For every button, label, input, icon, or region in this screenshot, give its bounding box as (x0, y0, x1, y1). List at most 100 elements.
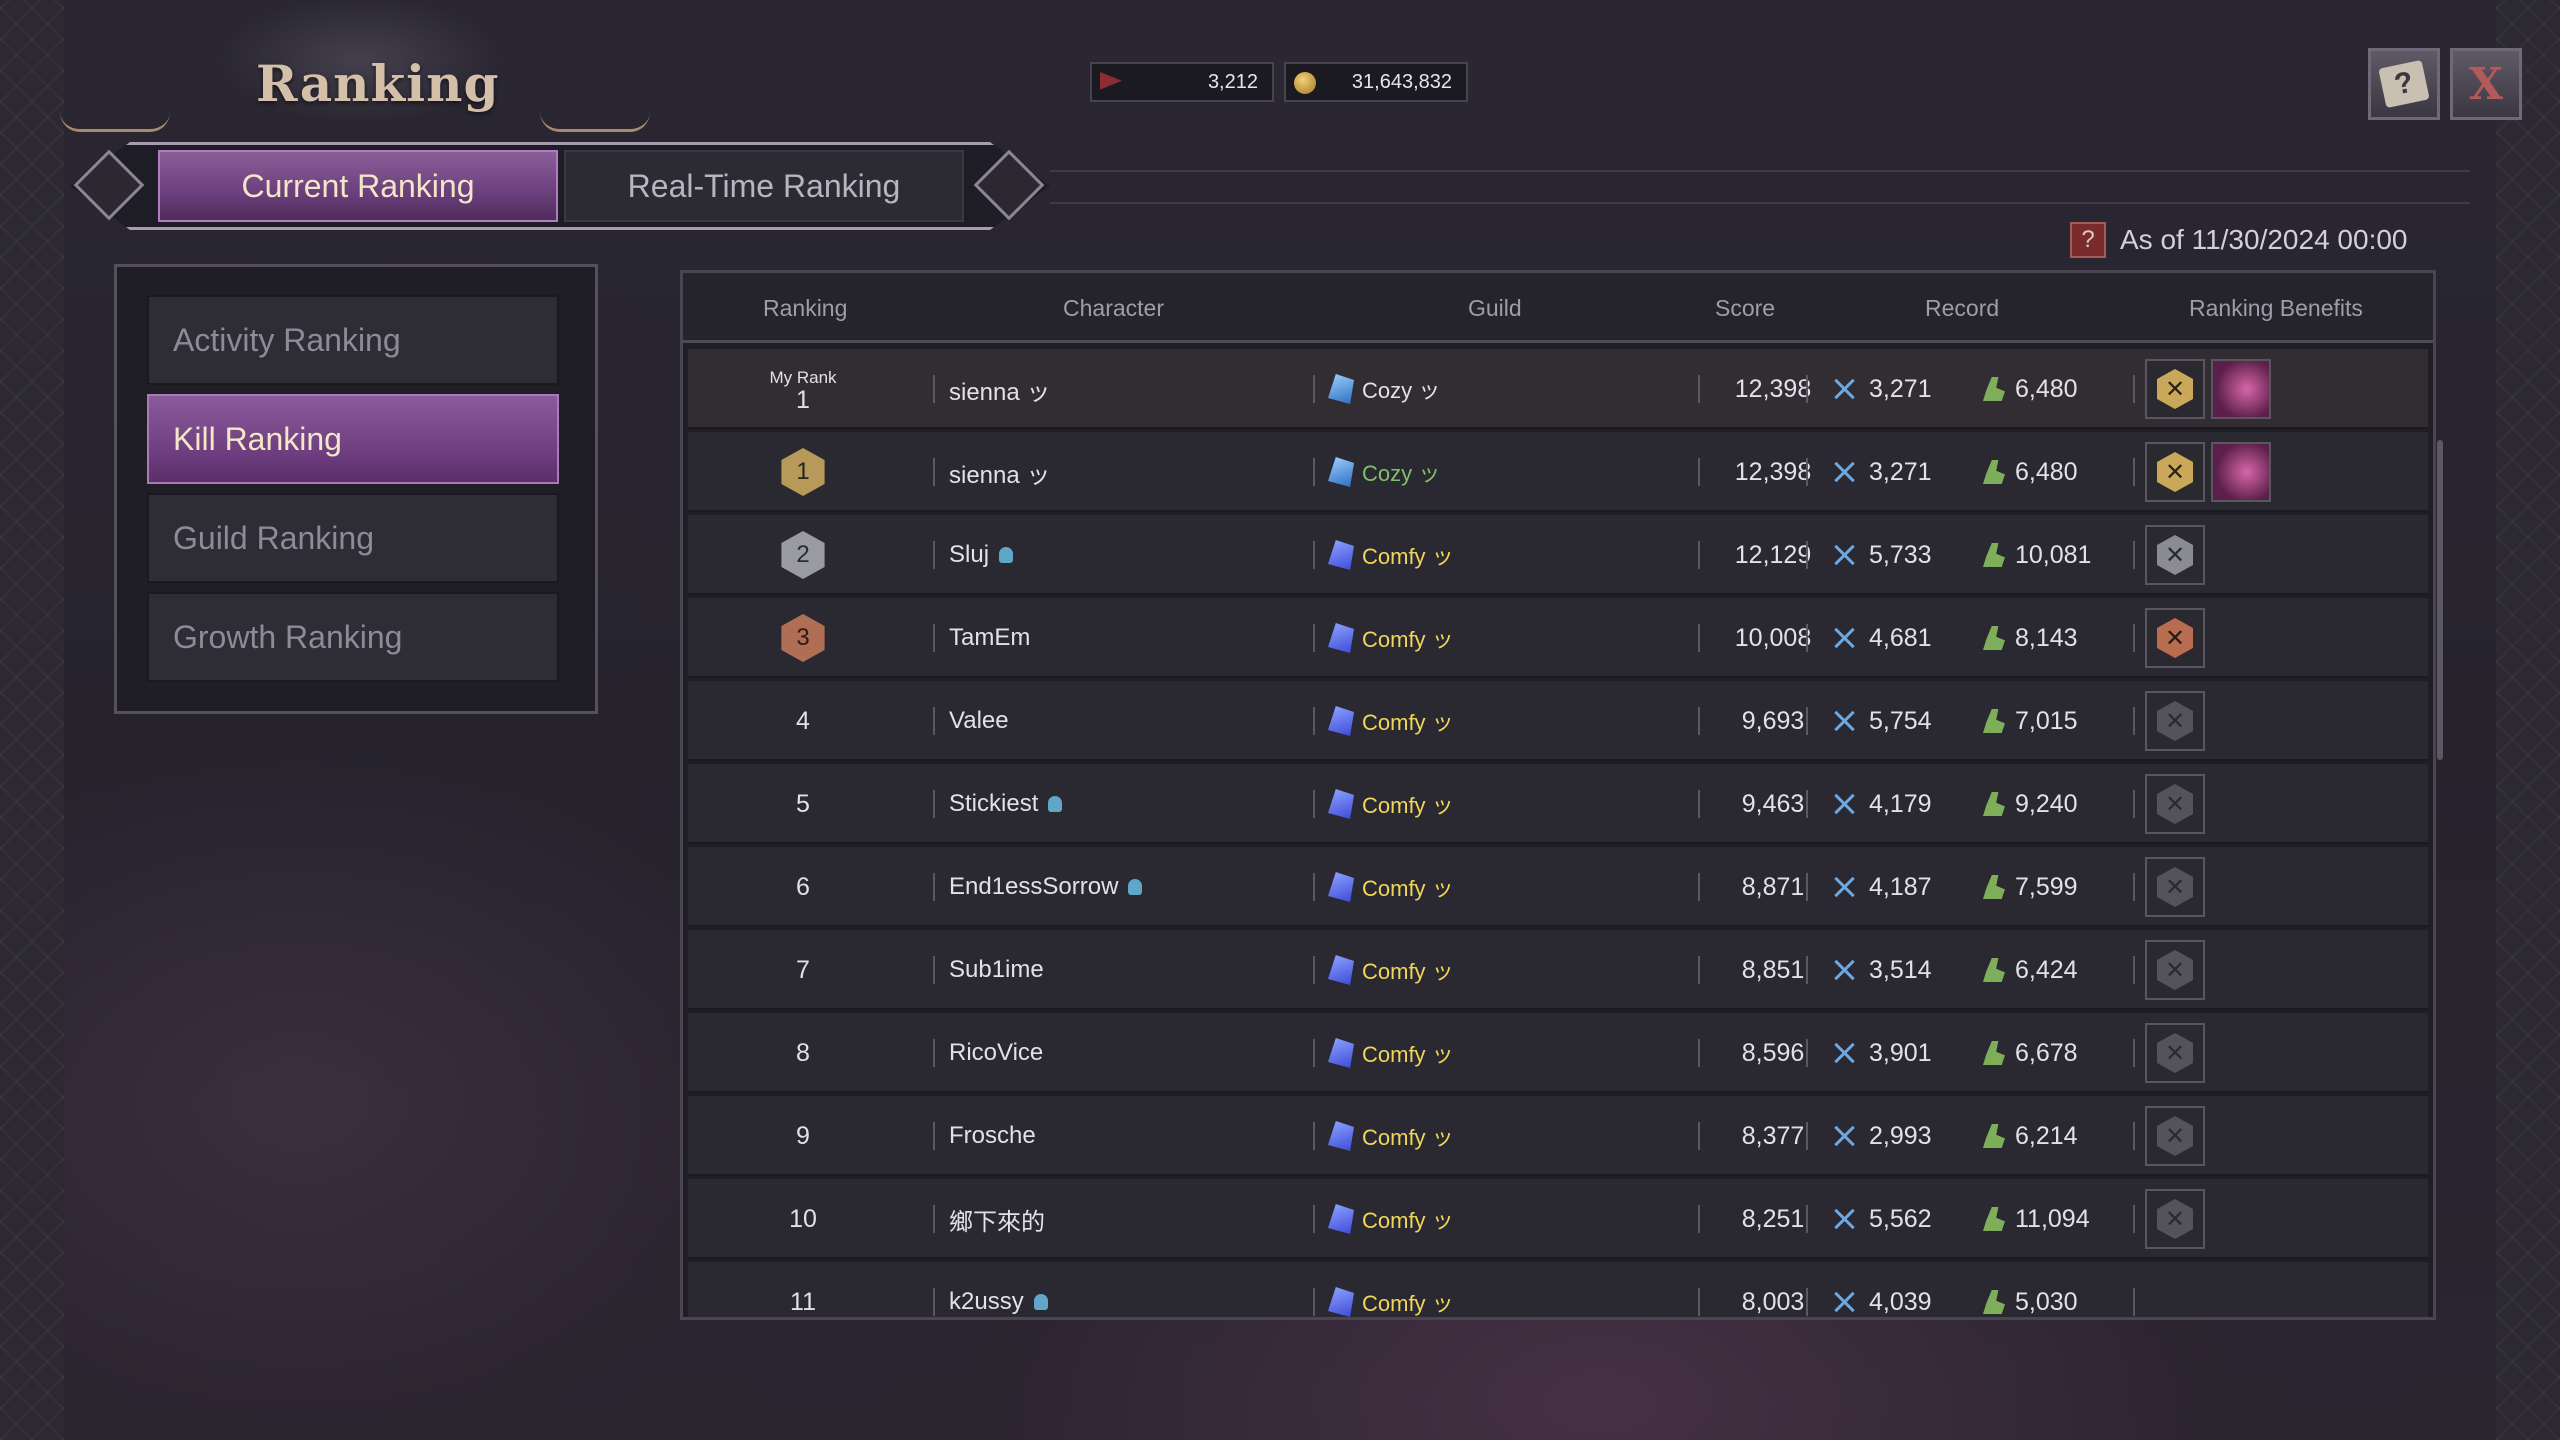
gold-coin-icon (1294, 72, 1316, 94)
sidebar-item-activity-ranking[interactable]: Activity Ranking (147, 295, 559, 385)
currency-flag-display: 3,212 (1090, 62, 1274, 102)
table-row[interactable]: 9 Frosche Comfy ッ 8,377 2,993 6,214 ✕ (688, 1096, 2428, 1176)
sidebar-item-guild-ranking[interactable]: Guild Ranking (147, 493, 559, 583)
assist-hand-icon (1983, 1124, 2005, 1148)
kills-record: 3,271 (1833, 432, 1932, 512)
assists-value: 9,240 (2015, 789, 2078, 818)
guild-name-text: Comfy ッ (1362, 710, 1454, 735)
table-row[interactable]: 4 Valee Comfy ッ 9,693 5,754 7,015 ✕ (688, 681, 2428, 761)
column-separator (1806, 541, 1808, 569)
rank-cell: 1 (688, 432, 918, 512)
guild-name: Comfy ッ (1328, 1262, 1454, 1317)
my-rank-row[interactable]: My Rank 1 sienna ッ Cozy ッ 12,398 3,271 6… (688, 349, 2428, 429)
column-separator (2133, 707, 2135, 735)
kills-value: 4,187 (1869, 872, 1932, 901)
kills-value: 2,993 (1869, 1121, 1932, 1150)
table-row[interactable]: 7 Sub1ime Comfy ッ 8,851 3,514 6,424 ✕ (688, 930, 2428, 1010)
table-row[interactable]: 6 End1essSorrow Comfy ッ 8,871 4,187 7,599 ✕ (688, 847, 2428, 927)
column-separator (933, 1288, 935, 1316)
guild-name-text: Comfy ッ (1362, 793, 1454, 818)
assists-record: 7,015 (1983, 681, 2078, 761)
column-separator (1313, 1288, 1315, 1316)
table-row[interactable]: 1 sienna ッ Cozy ッ 12,398 3,271 6,480 ✕ (688, 432, 2428, 512)
rank-number: 2 (796, 541, 810, 568)
guild-name-text: Cozy ッ (1362, 378, 1441, 403)
grey-rank-emblem-icon[interactable]: ✕ (2145, 857, 2205, 917)
table-row[interactable]: 3 TamEm Comfy ッ 10,008 4,681 8,143 ✕ (688, 598, 2428, 678)
assists-value: 11,094 (2015, 1204, 2090, 1233)
character-name-text: k2ussy (949, 1288, 1024, 1315)
my-rank-number: 1 (796, 386, 810, 414)
column-separator (1806, 1288, 1808, 1316)
character-name-text: sienna ッ (949, 378, 1051, 406)
rank-number: 4 (796, 706, 810, 735)
guild-name: Cozy ッ (1328, 349, 1440, 429)
sidebar-item-growth-ranking[interactable]: Growth Ranking (147, 592, 559, 682)
guild-crest-icon (1328, 1121, 1354, 1151)
rank-number: 6 (796, 872, 810, 901)
crossed-swords-icon (1833, 959, 1855, 981)
column-separator (1313, 707, 1315, 735)
crossed-swords-icon (1833, 1291, 1855, 1313)
grey-rank-emblem-icon[interactable]: ✕ (2145, 1023, 2205, 1083)
rank-medal-icon: 2 (781, 531, 825, 579)
table-row[interactable]: 2 Sluj Comfy ッ 12,129 5,733 10,081 ✕ (688, 515, 2428, 595)
table-row[interactable]: 5 Stickiest Comfy ッ 9,463 4,179 9,240 ✕ (688, 764, 2428, 844)
column-header-ranking: Ranking (763, 295, 848, 321)
tab-real-time-ranking[interactable]: Real-Time Ranking (564, 150, 964, 222)
column-separator (1806, 707, 1808, 735)
sidebar-item-kill-ranking[interactable]: Kill Ranking (147, 394, 559, 484)
guild-name: Comfy ッ (1328, 1096, 1454, 1176)
column-separator (1313, 375, 1315, 403)
table-row[interactable]: 11 k2ussy Comfy ッ 8,003 4,039 5,030 (688, 1262, 2428, 1317)
table-row[interactable]: 8 RicoVice Comfy ッ 8,596 3,901 6,678 ✕ (688, 1013, 2428, 1093)
character-name: RicoVice (949, 1013, 1043, 1093)
tab-current-ranking[interactable]: Current Ranking (158, 150, 558, 222)
crescent-moon-icon[interactable] (2211, 442, 2271, 502)
rank-number: 7 (796, 955, 810, 984)
crossed-swords-icon (1833, 1125, 1855, 1147)
close-button[interactable]: X (2450, 48, 2522, 120)
table-scrollbar[interactable] (2437, 440, 2443, 760)
left-border-pattern (0, 0, 64, 1440)
guide-button[interactable]: ? (2368, 48, 2440, 120)
column-separator (1313, 956, 1315, 984)
character-name-text: End1essSorrow (949, 873, 1119, 900)
grey-rank-emblem-icon[interactable]: ✕ (2145, 940, 2205, 1000)
rank-medal-icon: 3 (781, 614, 825, 662)
gold-rank-emblem-icon[interactable]: ✕ (2145, 359, 2205, 419)
ranking-benefits: ✕ (2145, 432, 2271, 512)
crossed-swords-icon (1833, 627, 1855, 649)
crossed-swords-icon (1833, 1042, 1855, 1064)
grey-rank-emblem-icon[interactable]: ✕ (2145, 1189, 2205, 1249)
kills-value: 3,901 (1869, 1038, 1932, 1067)
column-header-ranking-benefits: Ranking Benefits (2189, 295, 2363, 321)
column-separator (2133, 541, 2135, 569)
silver-rank-emblem-icon[interactable]: ✕ (2145, 525, 2205, 585)
crossed-swords-icon (1833, 710, 1855, 732)
table-row[interactable]: 10 鄉下來的 Comfy ッ 8,251 5,562 11,094 ✕ (688, 1179, 2428, 1259)
column-separator (2133, 1122, 2135, 1150)
grey-rank-emblem-icon[interactable]: ✕ (2145, 774, 2205, 834)
kills-value: 3,514 (1869, 955, 1932, 984)
column-separator (2133, 1288, 2135, 1316)
column-separator (1313, 1122, 1315, 1150)
my-rank-cell: My Rank 1 (688, 349, 918, 429)
guild-crest-icon (1328, 789, 1354, 819)
kills-record: 3,271 (1833, 349, 1932, 429)
assists-value: 6,480 (2015, 457, 2078, 486)
guild-name-text: Comfy ッ (1362, 627, 1454, 652)
grey-rank-emblem-icon[interactable]: ✕ (2145, 1106, 2205, 1166)
assist-hand-icon (1983, 792, 2005, 816)
column-separator (933, 1039, 935, 1067)
gold-rank-emblem-icon[interactable]: ✕ (2145, 442, 2205, 502)
bronze-rank-emblem-icon[interactable]: ✕ (2145, 608, 2205, 668)
guild-name-text: Comfy ッ (1362, 544, 1454, 569)
character-name: Sub1ime (949, 930, 1044, 1010)
crescent-moon-icon[interactable] (2211, 359, 2271, 419)
crossed-swords-icon (1833, 544, 1855, 566)
kills-record: 5,562 (1833, 1179, 1932, 1259)
grey-rank-emblem-icon[interactable]: ✕ (2145, 691, 2205, 751)
question-icon[interactable]: ? (2070, 222, 2106, 258)
kills-record: 4,187 (1833, 847, 1932, 927)
